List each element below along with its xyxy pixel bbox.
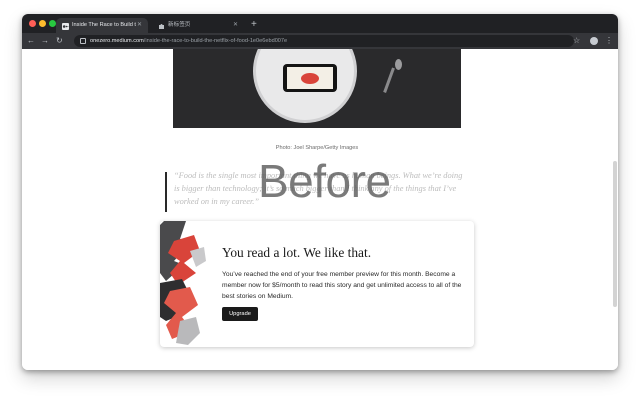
forward-arrow-icon[interactable]: → (41, 35, 49, 47)
zoom-window-button[interactable] (49, 20, 56, 27)
before-overlay-label: Before (258, 155, 391, 207)
puzzle-favicon-icon (158, 22, 165, 29)
paywall-illustration (160, 221, 214, 347)
browser-toolbar: ← → ↻ onezero.medium.com/inside-the-race… (22, 33, 618, 49)
photo-caption: Photo: Joel Sharpe/Getty Images (275, 145, 359, 151)
address-bar[interactable]: onezero.medium.com/inside-the-race-to-bu… (74, 35, 574, 47)
quote-rule (165, 172, 167, 212)
profile-avatar[interactable] (590, 37, 598, 45)
tab-label: 新标签页 (168, 22, 191, 28)
spoon-graphic (395, 59, 402, 70)
article-hero-image (173, 49, 461, 128)
paywall-body: You’ve reached the end of your free memb… (222, 271, 462, 300)
plus-icon[interactable]: + (251, 17, 257, 32)
back-arrow-icon[interactable]: ← (27, 35, 35, 47)
title-bar: Inside The Race to Build the 'Ne ✕ 新标签页 … (22, 14, 618, 33)
minimize-window-button[interactable] (39, 20, 46, 27)
tab-new[interactable]: 新标签页 ✕ (152, 18, 244, 33)
tab-close-icon[interactable]: ✕ (233, 18, 238, 33)
paywall-card: You read a lot. We like that. You’ve rea… (160, 221, 474, 347)
lock-icon (80, 38, 86, 44)
food-graphic (301, 73, 319, 84)
phone-graphic (283, 64, 337, 92)
paywall-title: You read a lot. We like that. (222, 245, 372, 260)
tab-label: Inside The Race to Build the 'Ne (72, 22, 136, 28)
kebab-menu-icon[interactable]: ⋮ (605, 35, 613, 47)
upgrade-button[interactable]: Upgrade (222, 307, 258, 321)
url-text: onezero.medium.com/inside-the-race-to-bu… (90, 38, 288, 44)
tab-close-icon[interactable]: ✕ (137, 18, 142, 33)
close-window-button[interactable] (29, 20, 36, 27)
medium-favicon-icon (62, 22, 69, 30)
page-content: Photo: Joel Sharpe/Getty Images “Food is… (22, 49, 618, 370)
scrollbar-thumb[interactable] (613, 161, 617, 307)
tab-article[interactable]: Inside The Race to Build the 'Ne ✕ (56, 18, 148, 33)
browser-window: Inside The Race to Build the 'Ne ✕ 新标签页 … (22, 14, 618, 370)
reload-icon[interactable]: ↻ (56, 35, 63, 47)
bookmark-star-icon[interactable]: ☆ (573, 35, 580, 47)
